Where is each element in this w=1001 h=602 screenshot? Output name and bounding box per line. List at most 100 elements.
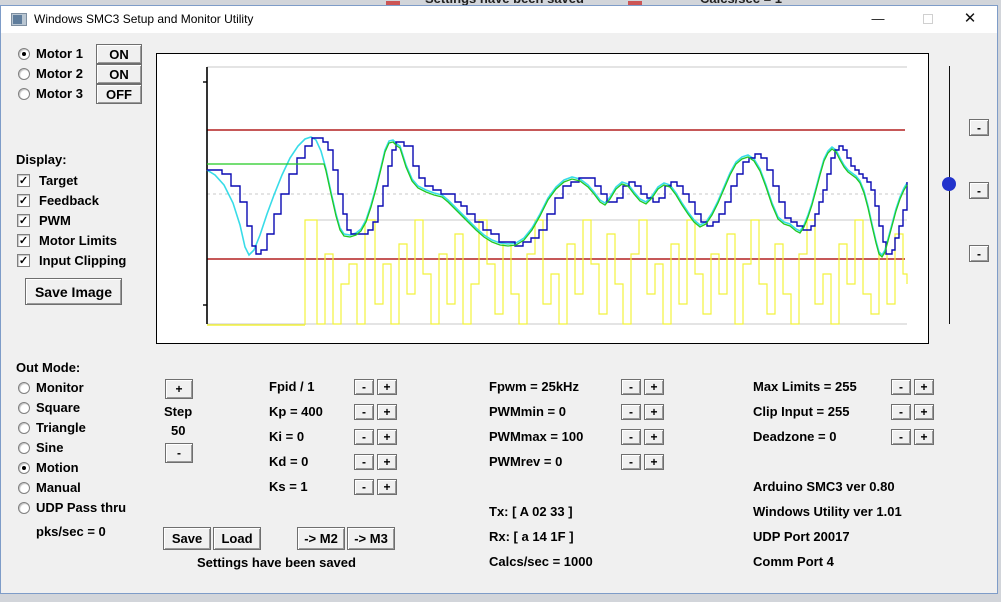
max-limits-plus-button[interactable]: + bbox=[914, 379, 934, 395]
clip-input-value: Clip Input = 255 bbox=[753, 404, 850, 419]
pwmmin-plus-button[interactable]: + bbox=[644, 404, 664, 420]
display-section-title: Display: bbox=[16, 152, 67, 167]
fpwm-minus-button[interactable]: - bbox=[621, 379, 641, 395]
step-label: Step bbox=[164, 404, 193, 419]
max-limits-minus-button[interactable]: - bbox=[891, 379, 911, 395]
out-mode-square-radio[interactable] bbox=[18, 402, 30, 414]
out-mode-udp-radio[interactable] bbox=[18, 502, 30, 514]
pwmmax-value: PWMmax = 100 bbox=[489, 429, 584, 444]
motor-3-radio[interactable] bbox=[18, 88, 30, 100]
deadzone-minus-button[interactable]: - bbox=[891, 429, 911, 445]
input-clipping-checkbox[interactable]: ✓ bbox=[17, 254, 30, 267]
motor-1-on-button[interactable]: ON bbox=[96, 44, 142, 64]
pwmmax-minus-button[interactable]: - bbox=[621, 429, 641, 445]
fpid-value: Fpid / 1 bbox=[269, 379, 315, 394]
out-mode-motion-radio[interactable] bbox=[18, 462, 30, 474]
pks-per-sec-value: pks/sec = 0 bbox=[36, 524, 106, 539]
out-mode-square-label: Square bbox=[36, 400, 81, 415]
ki-value: Ki = 0 bbox=[269, 429, 305, 444]
motor-2-radio[interactable] bbox=[18, 68, 30, 80]
pwmmin-value: PWMmin = 0 bbox=[489, 404, 566, 419]
arduino-version: Arduino SMC3 ver 0.80 bbox=[753, 479, 895, 494]
window-title: Windows SMC3 Setup and Monitor Utility bbox=[34, 12, 254, 26]
app-icon bbox=[11, 13, 27, 26]
kp-plus-button[interactable]: + bbox=[377, 404, 397, 420]
motor-3-off-button[interactable]: OFF bbox=[96, 84, 142, 104]
motor-limits-checkbox[interactable]: ✓ bbox=[17, 234, 30, 247]
calcs-per-sec: Calcs/sec = 1000 bbox=[489, 554, 593, 569]
step-minus-button[interactable]: - bbox=[165, 443, 193, 463]
fpid-minus-button[interactable]: - bbox=[354, 379, 374, 395]
pwmrev-plus-button[interactable]: + bbox=[644, 454, 664, 470]
load-settings-button[interactable]: Load bbox=[213, 527, 261, 550]
out-mode-monitor-radio[interactable] bbox=[18, 382, 30, 394]
scale-bottom-minus-button[interactable]: - bbox=[969, 245, 989, 262]
pwmrev-minus-button[interactable]: - bbox=[621, 454, 641, 470]
pwm-checkbox[interactable]: ✓ bbox=[17, 214, 30, 227]
max-limits-value: Max Limits = 255 bbox=[753, 379, 857, 394]
out-mode-monitor-label: Monitor bbox=[36, 380, 84, 395]
pwmmin-minus-button[interactable]: - bbox=[621, 404, 641, 420]
step-value: 50 bbox=[171, 423, 186, 438]
fpwm-value: Fpwm = 25kHz bbox=[489, 379, 579, 394]
ks-plus-button[interactable]: + bbox=[377, 479, 397, 495]
motor-limits-checkbox-label: Motor Limits bbox=[39, 233, 117, 248]
save-image-button[interactable]: Save Image bbox=[25, 278, 122, 305]
motor-3-label: Motor 3 bbox=[36, 86, 83, 101]
scale-top-minus-button[interactable]: - bbox=[969, 119, 989, 136]
scale-slider-thumb[interactable] bbox=[942, 177, 956, 191]
out-mode-triangle-radio[interactable] bbox=[18, 422, 30, 434]
deadzone-plus-button[interactable]: + bbox=[914, 429, 934, 445]
clip-input-plus-button[interactable]: + bbox=[914, 404, 934, 420]
feedback-checkbox[interactable]: ✓ bbox=[17, 194, 30, 207]
motor-1-label: Motor 1 bbox=[36, 46, 83, 61]
out-mode-motion-label: Motion bbox=[36, 460, 79, 475]
settings-status-message: Settings have been saved bbox=[197, 555, 356, 570]
out-mode-section-title: Out Mode: bbox=[16, 360, 81, 375]
rx-status: Rx: [ a 14 1F ] bbox=[489, 529, 574, 544]
minimize-button[interactable]: — bbox=[861, 6, 895, 32]
udp-port: UDP Port 20017 bbox=[753, 529, 850, 544]
motor-1-radio[interactable] bbox=[18, 48, 30, 60]
copy-to-m3-button[interactable]: -> M3 bbox=[347, 527, 395, 550]
app-window: Windows SMC3 Setup and Monitor Utility —… bbox=[0, 5, 998, 594]
kp-minus-button[interactable]: - bbox=[354, 404, 374, 420]
ks-minus-button[interactable]: - bbox=[354, 479, 374, 495]
screen: Settings have been saved Calcs/sec = 1 W… bbox=[0, 0, 1001, 602]
maximize-button bbox=[911, 6, 945, 32]
fpwm-plus-button[interactable]: + bbox=[644, 379, 664, 395]
scale-mid-minus-button[interactable]: - bbox=[969, 182, 989, 199]
pwmrev-value: PWMrev = 0 bbox=[489, 454, 563, 469]
out-mode-triangle-label: Triangle bbox=[36, 420, 86, 435]
ki-plus-button[interactable]: + bbox=[377, 429, 397, 445]
deadzone-value: Deadzone = 0 bbox=[753, 429, 837, 444]
close-button[interactable]: ✕ bbox=[953, 6, 987, 32]
out-mode-manual-label: Manual bbox=[36, 480, 81, 495]
kd-value: Kd = 0 bbox=[269, 454, 309, 469]
motor-2-on-button[interactable]: ON bbox=[96, 64, 142, 84]
pwmmax-plus-button[interactable]: + bbox=[644, 429, 664, 445]
pwm-checkbox-label: PWM bbox=[39, 213, 71, 228]
motor-2-label: Motor 2 bbox=[36, 66, 83, 81]
fpid-plus-button[interactable]: + bbox=[377, 379, 397, 395]
out-mode-manual-radio[interactable] bbox=[18, 482, 30, 494]
out-mode-sine-radio[interactable] bbox=[18, 442, 30, 454]
target-checkbox-label: Target bbox=[39, 173, 78, 188]
copy-to-m2-button[interactable]: -> M2 bbox=[297, 527, 345, 550]
kp-value: Kp = 400 bbox=[269, 404, 323, 419]
scope-chart-svg bbox=[203, 66, 908, 326]
title-bar: Windows SMC3 Setup and Monitor Utility —… bbox=[1, 6, 997, 33]
scale-slider-track[interactable] bbox=[949, 66, 950, 324]
tx-status: Tx: [ A 02 33 ] bbox=[489, 504, 573, 519]
kd-plus-button[interactable]: + bbox=[377, 454, 397, 470]
save-settings-button[interactable]: Save bbox=[163, 527, 211, 550]
kd-minus-button[interactable]: - bbox=[354, 454, 374, 470]
feedback-checkbox-label: Feedback bbox=[39, 193, 99, 208]
target-checkbox[interactable]: ✓ bbox=[17, 174, 30, 187]
utility-version: Windows Utility ver 1.01 bbox=[753, 504, 902, 519]
clip-input-minus-button[interactable]: - bbox=[891, 404, 911, 420]
maximize-icon bbox=[923, 14, 933, 24]
ks-value: Ks = 1 bbox=[269, 479, 308, 494]
ki-minus-button[interactable]: - bbox=[354, 429, 374, 445]
step-plus-button[interactable]: + bbox=[165, 379, 193, 399]
